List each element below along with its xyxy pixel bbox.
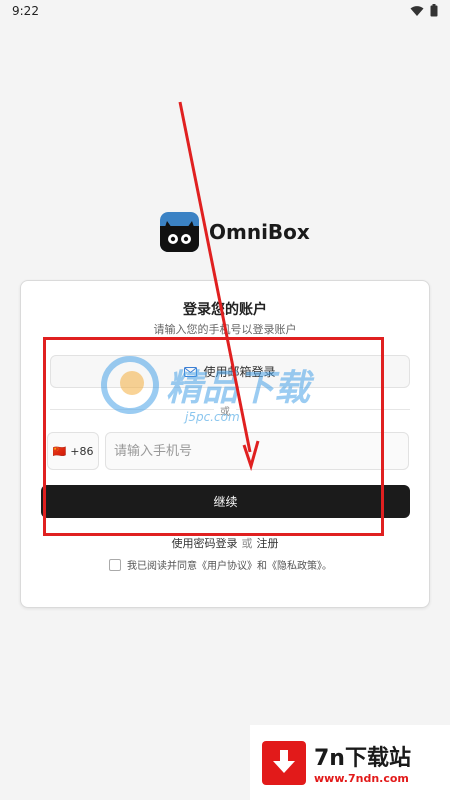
site-title: 7n下载站 bbox=[314, 746, 411, 771]
user-agreement-link[interactable]: 《用户协议》 bbox=[197, 561, 257, 572]
battery-icon bbox=[430, 4, 438, 17]
agreement-text: 我已阅读并同意《用户协议》和《隐私政策》。 bbox=[127, 557, 332, 572]
agreement-row: 我已阅读并同意《用户协议》和《隐私政策》。 bbox=[109, 557, 332, 572]
site-badge: 7n下载站 www.7ndn.com bbox=[250, 725, 450, 800]
privacy-policy-link[interactable]: 《隐私政策》 bbox=[267, 561, 322, 572]
register-link[interactable]: 注册 bbox=[257, 537, 279, 550]
or-separator: 或 bbox=[241, 537, 253, 550]
status-bar: 9:22 bbox=[0, 0, 450, 22]
site-badge-text: 7n下载站 www.7ndn.com bbox=[314, 740, 411, 785]
screen: 9:22 OmniBox 登录您的账户 请输入您的手机号以登录账户 使用邮箱登录… bbox=[0, 0, 450, 800]
wifi-icon bbox=[410, 5, 424, 16]
annotation-box bbox=[43, 337, 384, 536]
agreement-prefix: 我已阅读并同意 bbox=[127, 561, 197, 572]
alt-login-links: 使用密码登录或注册 bbox=[21, 535, 429, 551]
status-icons bbox=[410, 4, 438, 17]
agreement-checkbox[interactable] bbox=[109, 558, 121, 571]
login-subtitle: 请输入您的手机号以登录账户 bbox=[153, 323, 297, 336]
password-login-link[interactable]: 使用密码登录 bbox=[172, 537, 238, 550]
login-title: 登录您的账户 bbox=[183, 302, 267, 318]
download-icon bbox=[262, 740, 306, 785]
site-url: www.7ndn.com bbox=[314, 772, 409, 785]
and-text: 和 bbox=[257, 561, 267, 572]
app-name: OmniBox bbox=[209, 220, 310, 244]
status-time: 9:22 bbox=[12, 4, 39, 18]
agreement-suffix: 。 bbox=[322, 561, 332, 572]
brand: OmniBox bbox=[160, 212, 310, 252]
app-logo-icon bbox=[160, 212, 199, 252]
